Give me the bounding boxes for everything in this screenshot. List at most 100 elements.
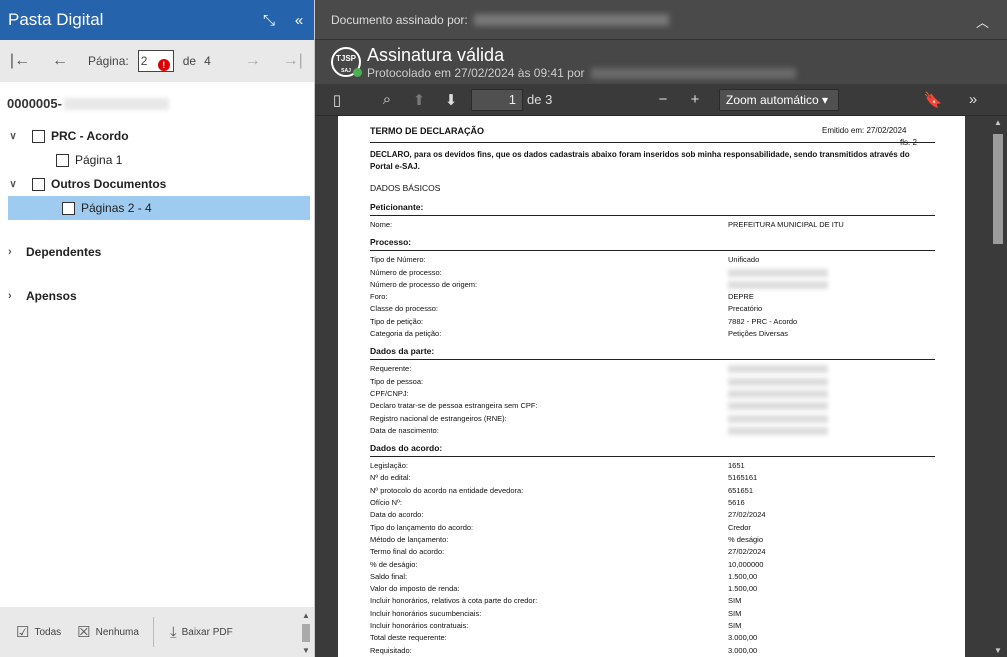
- sidebar-toggle-icon[interactable]: ▯: [321, 91, 353, 109]
- left-footer: ☑ Todas ☒ Nenhuma ⤓ Baixar PDF ▲ ▼: [0, 607, 314, 657]
- tjsp-seal-icon: TJSP SAJ: [331, 47, 362, 77]
- field-row: Saldo final: 1.500,00: [370, 571, 758, 581]
- page-of-label: de: [182, 54, 197, 68]
- field-row: Tipo de Número: Unificado: [370, 255, 760, 265]
- checkbox[interactable]: [32, 129, 45, 143]
- pdf-page: TERMO DE DECLARAÇÃO Emitido em: 27/02/20…: [338, 116, 965, 657]
- field-row: Método de lançamento:% deságio: [370, 534, 764, 544]
- scrollbar[interactable]: ▲ ▼: [300, 611, 312, 655]
- field-row: Registro nacional de estrangeiros (RNE):: [370, 413, 965, 425]
- compress-icon[interactable]: ⤡: [254, 12, 284, 29]
- section-heading: Dados da parte:: [370, 346, 435, 357]
- field-row: Incluir honorários sucumbenciais: SIM: [370, 608, 742, 618]
- field-row: Ofício Nº: 5616: [370, 498, 745, 508]
- scrollbar[interactable]: ▲ ▼: [991, 116, 1005, 657]
- folio: fls. 2: [900, 138, 917, 147]
- zoom-select[interactable]: Zoom automático ▾: [719, 88, 839, 111]
- declaration-line2: Portal e-SAJ.: [370, 162, 420, 171]
- chevron-up-icon[interactable]: ︿: [976, 12, 989, 31]
- field-row: Tipo de petição: 7882 - PRC - Acordo: [370, 316, 798, 326]
- chevron-down-icon[interactable]: ∨: [6, 131, 20, 142]
- field-row: Declaro tratar-se de pessoa estrangeira …: [370, 400, 965, 412]
- checkbox[interactable]: [56, 153, 69, 167]
- section-dependentes[interactable]: › Dependentes: [0, 230, 314, 274]
- page-total: 4: [204, 54, 211, 68]
- next-page-icon[interactable]: →: [233, 52, 273, 70]
- signature-bar: Documento assinado por: ︿: [315, 0, 1007, 40]
- signed-by-label: Documento assinado por:: [331, 12, 468, 27]
- checkbox-checked-icon: ☑: [16, 624, 30, 641]
- tree-item-paginas2-4[interactable]: Páginas 2 - 4: [8, 196, 310, 220]
- field-row: Total deste requerente: 3.000,00: [370, 633, 758, 643]
- checkbox-cross-icon: ☒: [77, 624, 91, 641]
- select-none-button[interactable]: ☒ Nenhuma: [61, 623, 139, 641]
- field-row: Nome: PREFEITURA MUNICIPAL DE ITU: [370, 220, 844, 229]
- double-chevron-left-icon[interactable]: «: [284, 12, 314, 29]
- page-input[interactable]: 2!: [137, 50, 174, 72]
- chevron-down-icon[interactable]: ∨: [6, 179, 20, 190]
- zoom-out-icon[interactable]: −: [647, 91, 679, 108]
- section-heading: Dados do acordo:: [370, 443, 443, 454]
- field-row: Incluir honorários, relativos à cota par…: [370, 596, 742, 606]
- checkbox[interactable]: [62, 201, 75, 215]
- field-row: Data de nascimento:: [370, 425, 965, 437]
- field-row: Classe do processo: Precatório: [370, 304, 763, 314]
- double-chevron-right-icon[interactable]: »: [957, 91, 989, 108]
- page-navigator: |← ← Página: 2! de 4 → →|: [0, 40, 314, 82]
- field-row: Termo final do acordo: 27/02/2024: [370, 547, 766, 557]
- declaration-line1: DECLARO, para os devidos fins, que os da…: [370, 150, 910, 159]
- tree-folder-outros[interactable]: ∨ Outros Documentos: [6, 172, 314, 196]
- arrow-down-icon[interactable]: ⬇: [435, 91, 467, 109]
- field-row: % de deságio: 10,000000: [370, 559, 764, 569]
- field-row: Incluir honorários contratuais: SIM: [370, 621, 742, 631]
- field-row: Legislação: 1651: [370, 461, 745, 471]
- chevron-right-icon[interactable]: ›: [8, 246, 26, 258]
- emitted-date: Emitido em: 27/02/2024: [822, 126, 907, 135]
- left-header: Pasta Digital ⤡ «: [0, 0, 314, 40]
- error-icon: !: [157, 59, 170, 71]
- select-all-button[interactable]: ☑ Todas: [0, 623, 61, 641]
- field-row: Nº do edital: 5165161: [370, 473, 758, 483]
- field-row: Requerente:: [370, 363, 965, 375]
- chevron-right-icon[interactable]: ›: [8, 290, 26, 302]
- download-pdf-button[interactable]: ⤓ Baixar PDF: [154, 624, 233, 641]
- document-tree: ∨ PRC - Acordo Página 1 ∨ Outros Documento…: [0, 124, 314, 220]
- field-row: Data do acordo: 27/02/2024: [370, 510, 766, 520]
- section-heading: Peticionante:: [370, 202, 424, 212]
- field-row: Número de processo de origem:: [370, 279, 965, 291]
- field-row: Requisitado: 3.000,00: [370, 645, 758, 655]
- field-row: Categoria da petição: Petições Diversas: [370, 329, 789, 339]
- search-icon[interactable]: ⌕: [371, 91, 403, 108]
- left-panel: Pasta Digital ⤡ « |← ← Página: 2! de 4 →…: [0, 0, 315, 657]
- page-count: de 3: [527, 92, 553, 107]
- field-row: Foro: DEPRE: [370, 292, 754, 302]
- basic-data-heading: DADOS BÁSICOS: [370, 183, 441, 193]
- download-icon: ⤓: [169, 623, 177, 641]
- field-row: Valor do imposto de renda: 1.500,00: [370, 584, 758, 594]
- protocol-text: Protocolado em 27/02/2024 às 09:41 por: [367, 65, 585, 80]
- checkbox[interactable]: [32, 177, 45, 191]
- pdf-toolbar: ▯ ⌕ ⬆ ⬇ 1 de 3 − + Zoom automático ▾ 🔖 »: [315, 84, 1007, 116]
- pdf-viewport[interactable]: TERMO DE DECLARAÇÃO Emitido em: 27/02/20…: [315, 116, 1007, 657]
- section-heading: Processo:: [370, 237, 412, 248]
- page-number-input[interactable]: 1: [471, 88, 523, 111]
- panel-title: Pasta Digital: [8, 10, 104, 29]
- field-row: Nº protocolo do acordo na entidade deved…: [370, 485, 754, 495]
- prev-page-icon[interactable]: ←: [40, 52, 80, 70]
- section-apensos[interactable]: › Apensos: [0, 274, 314, 318]
- tree-item-pagina1[interactable]: Página 1: [6, 148, 314, 172]
- document-viewer-panel: Documento assinado por: ︿ TJSP SAJ Assina…: [315, 0, 1007, 657]
- field-row: Tipo de pessoa:: [370, 376, 965, 388]
- field-row: CPF/CNPJ:: [370, 388, 965, 400]
- tree-folder-prc[interactable]: ∨ PRC - Acordo: [6, 124, 314, 148]
- arrow-up-icon[interactable]: ⬆: [403, 91, 435, 109]
- field-row: Tipo do lançamento do acordo: Credor: [370, 522, 751, 532]
- last-page-icon[interactable]: →|: [273, 52, 313, 70]
- page-label: Página:: [88, 54, 129, 68]
- first-page-icon[interactable]: |←: [0, 52, 40, 70]
- process-number: 0000005-: [0, 82, 314, 124]
- zoom-in-icon[interactable]: +: [679, 91, 711, 108]
- signature-panel: TJSP SAJ Assinatura válida Protocolado em…: [315, 40, 1007, 84]
- bookmark-icon[interactable]: 🔖: [917, 91, 949, 109]
- signature-status: Assinatura válida: [367, 44, 505, 65]
